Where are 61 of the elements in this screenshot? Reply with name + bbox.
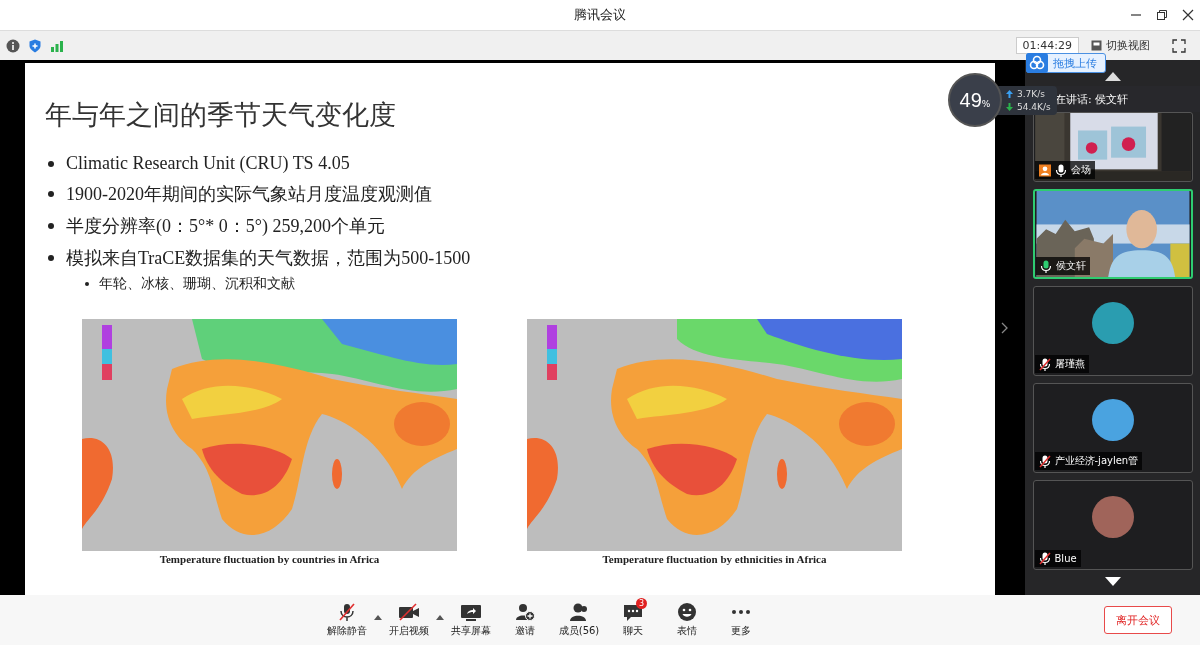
notification-badge: 3 bbox=[636, 598, 647, 609]
meeting-timer: 01:44:29 bbox=[1015, 37, 1079, 54]
leave-meeting-button[interactable]: 离开会议 bbox=[1104, 606, 1172, 634]
more-icon bbox=[730, 608, 752, 616]
bullet-text: 模拟来自TraCE数据集的天气数据，范围为500-1500 bbox=[66, 247, 471, 270]
scroll-up-icon[interactable] bbox=[1104, 72, 1121, 81]
participant-name: 会场 bbox=[1070, 163, 1091, 177]
toolbar-button[interactable]: 邀请 bbox=[498, 602, 552, 638]
close-icon[interactable] bbox=[1182, 9, 1194, 21]
network-percent: 49 bbox=[959, 88, 982, 112]
person-icon bbox=[1038, 163, 1051, 177]
share-screen-icon bbox=[460, 602, 482, 622]
mic-muted-icon bbox=[336, 602, 358, 622]
info-icon[interactable] bbox=[6, 38, 20, 53]
bullet-text: Climatic Research Unit (CRU) TS 4.05 bbox=[66, 153, 350, 174]
participant-tile[interactable]: Blue bbox=[1032, 480, 1193, 570]
toolbar-button[interactable]: 解除静音 bbox=[320, 602, 374, 638]
figure-caption: Temperature fluctuation by countries in Africa bbox=[159, 553, 380, 565]
people-icon bbox=[568, 602, 590, 622]
bullet-icon bbox=[48, 160, 54, 167]
participant-name: 侯文轩 bbox=[1055, 259, 1086, 273]
toolbar-button[interactable]: 表情 bbox=[660, 602, 714, 638]
bullet-text: 年轮、冰核、珊瑚、沉积和文献 bbox=[99, 275, 295, 293]
window-title: 腾讯会议 bbox=[574, 6, 626, 24]
figure-caption: Temperature fluctuation by ethnicities in Africa bbox=[602, 553, 827, 565]
add-person-icon bbox=[514, 602, 536, 622]
participant-name: 屠瑾燕 bbox=[1054, 357, 1085, 371]
bullet-icon bbox=[48, 223, 54, 229]
cloud-icon bbox=[1026, 53, 1048, 73]
toolbar-button[interactable]: 共享屏幕 bbox=[444, 602, 498, 638]
restore-icon[interactable] bbox=[1156, 9, 1168, 21]
bullet-icon bbox=[48, 191, 54, 197]
scroll-down-icon[interactable] bbox=[1104, 577, 1121, 586]
chevron-right-icon[interactable] bbox=[1001, 321, 1009, 334]
bullet-text: 1900-2020年期间的实际气象站月度温度观测值 bbox=[66, 183, 432, 206]
caret-icon[interactable] bbox=[374, 614, 382, 620]
download-rate: 54.4K/s bbox=[1017, 101, 1051, 112]
participant-tile[interactable]: 产业经济-jaylen管 bbox=[1032, 383, 1193, 473]
shield-icon[interactable] bbox=[28, 38, 42, 53]
toolbar-button[interactable]: 成员(56) bbox=[552, 602, 606, 638]
participant-tile[interactable]: 会场 bbox=[1032, 112, 1193, 182]
toolbar-button[interactable]: 开启视频 bbox=[382, 602, 436, 638]
slide-title: 年与年之间的季节天气变化度 bbox=[45, 99, 396, 132]
bullet-icon bbox=[85, 282, 89, 286]
smiley-icon bbox=[676, 602, 698, 622]
fullscreen-icon[interactable] bbox=[1172, 38, 1186, 53]
camera-off-icon bbox=[398, 602, 420, 622]
download-arrow-icon bbox=[1006, 102, 1013, 111]
participant-name: 产业经济-jaylen管 bbox=[1054, 454, 1139, 468]
toolbar-button[interactable]: 更多 bbox=[714, 602, 768, 638]
upload-arrow-icon bbox=[1006, 89, 1013, 98]
bullet-text: 半度分辨率(0：5°* 0：5°) 259,200个单元 bbox=[66, 215, 385, 238]
participant-tile[interactable]: 屠瑾燕 bbox=[1032, 286, 1193, 376]
caret-icon[interactable] bbox=[436, 614, 444, 620]
view-icon bbox=[1091, 40, 1102, 51]
bullet-icon bbox=[48, 255, 54, 261]
upload-rate: 3.7K/s bbox=[1017, 88, 1045, 99]
participant-name: Blue bbox=[1054, 553, 1077, 564]
participant-tile[interactable]: 侯文轩 bbox=[1032, 189, 1193, 279]
upload-badge[interactable]: 拖拽上传 bbox=[1026, 53, 1106, 73]
percent-unit: % bbox=[981, 99, 991, 109]
